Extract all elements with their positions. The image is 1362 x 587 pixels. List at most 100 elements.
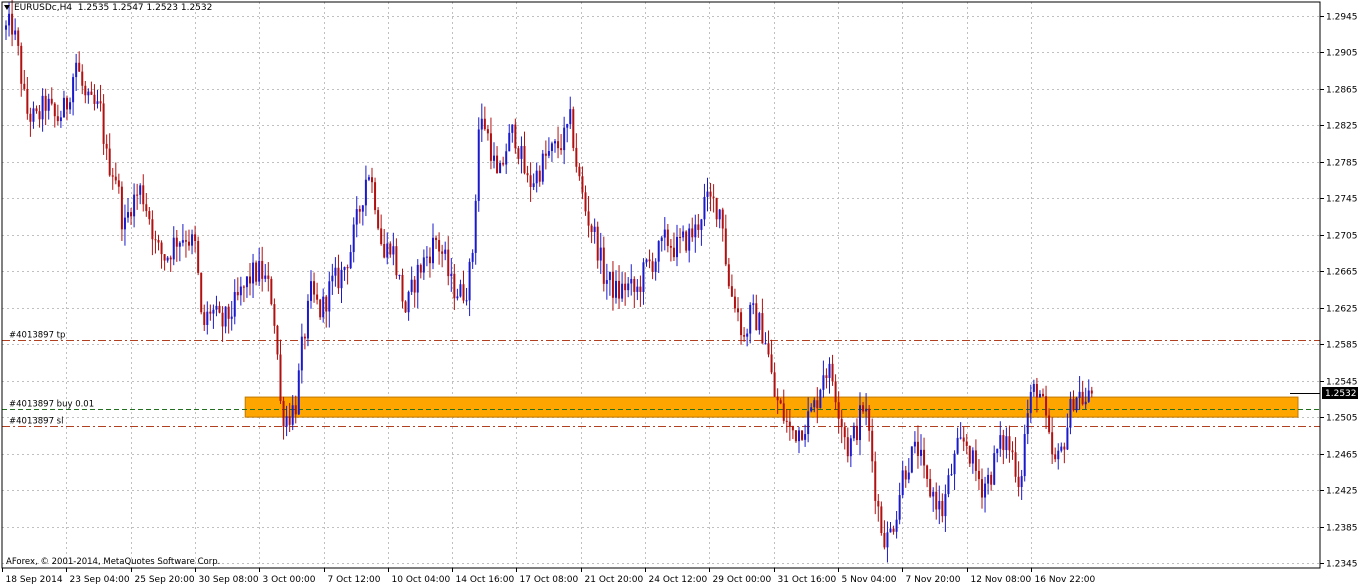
chart-menu-triangle-icon[interactable]: [4, 5, 10, 10]
candle-body: [627, 283, 630, 291]
candle-body: [477, 129, 480, 201]
candle-body: [117, 180, 120, 187]
candle-body: [294, 405, 297, 415]
candle-body: [450, 273, 453, 277]
candle-body: [407, 291, 410, 313]
candle-body: [682, 231, 685, 238]
candle-body: [691, 228, 694, 238]
candle-body: [352, 224, 355, 253]
candle-body: [1048, 415, 1051, 433]
candle-body: [1087, 390, 1090, 402]
candle-body: [557, 141, 560, 149]
candle-body: [218, 305, 221, 313]
price-tick-label: 1.2825: [1326, 122, 1358, 132]
price-tick-label: 1.2745: [1326, 195, 1358, 205]
price-tick-label: 1.2625: [1326, 305, 1358, 315]
candle-body: [590, 225, 593, 233]
candle-body: [496, 155, 499, 174]
candle-body: [1090, 390, 1093, 394]
candle-body: [279, 354, 282, 401]
candle-body: [62, 97, 65, 118]
candle-body: [706, 191, 709, 197]
candle-body: [1002, 435, 1005, 451]
candle-body: [264, 275, 267, 279]
candle-body: [642, 262, 645, 292]
candle-body: [483, 118, 486, 130]
candle-body: [1005, 436, 1008, 451]
candle-body: [874, 461, 877, 501]
candle-body: [822, 375, 825, 390]
candle-body: [605, 280, 608, 284]
candle-body: [242, 286, 245, 288]
time-tick-label: 21 Oct 20:00: [585, 575, 644, 585]
candle-body: [1063, 446, 1066, 450]
candle-body: [285, 416, 288, 427]
chart-background: [0, 0, 1362, 587]
candle-body: [587, 211, 590, 226]
candle-body: [44, 95, 47, 111]
candle-body: [139, 185, 142, 195]
candle-body: [944, 494, 947, 517]
candle-body: [334, 267, 337, 276]
candle-body: [730, 286, 733, 297]
candle-body: [380, 228, 383, 245]
candle-body: [999, 435, 1002, 449]
candle-body: [554, 141, 556, 144]
candle-body: [486, 129, 489, 134]
price-tick-label: 1.2665: [1326, 268, 1358, 278]
candle-body: [801, 430, 804, 440]
candle-body: [72, 77, 75, 103]
candle-body: [593, 226, 596, 233]
time-tick-label: 17 Oct 08:00: [520, 575, 579, 585]
candle-body: [1084, 401, 1087, 405]
candle-body: [807, 411, 810, 435]
candle-body: [313, 281, 316, 295]
candle-body: [718, 209, 721, 220]
candle-body: [523, 146, 526, 174]
candle-body: [410, 279, 413, 292]
candle-body: [697, 224, 700, 230]
candle-body: [1026, 413, 1029, 434]
candle-body: [602, 247, 605, 284]
order-zone: [244, 396, 1299, 418]
candle-body: [676, 236, 678, 258]
candle-body: [752, 303, 755, 305]
candle-body: [862, 405, 865, 412]
candle-body: [438, 240, 441, 252]
candle-body: [322, 296, 325, 318]
candle-body: [648, 259, 651, 262]
candle-body: [175, 237, 178, 247]
candle-body: [1032, 383, 1035, 392]
candle-body: [645, 259, 648, 263]
candle-body: [855, 425, 858, 441]
price-tick-label: 1.2945: [1326, 13, 1358, 23]
candle-body: [663, 229, 666, 238]
time-tick-label: 24 Oct 12:00: [649, 575, 708, 585]
candle-body: [194, 234, 197, 242]
candle-body: [358, 209, 361, 212]
candle-body: [907, 472, 910, 480]
candle-body: [261, 260, 264, 279]
candle-body: [166, 257, 169, 261]
candle-body: [1081, 391, 1084, 405]
candle-body: [520, 146, 523, 159]
candle-body: [630, 278, 633, 284]
time-tick-label: 16 Nov 22:00: [1035, 575, 1096, 585]
candle-body: [920, 449, 922, 456]
price-tick-label: 1.2705: [1326, 232, 1358, 242]
candle-body: [184, 240, 187, 242]
price-tick-label: 1.2905: [1326, 49, 1358, 59]
candle-body: [401, 274, 404, 302]
candle-body: [377, 210, 380, 229]
candle-body: [20, 45, 23, 84]
candle-body: [316, 294, 319, 300]
candle-body: [773, 372, 776, 397]
candle-body: [471, 252, 474, 262]
time-tick-label: 31 Oct 16:00: [778, 575, 837, 585]
candle-body: [215, 305, 218, 310]
candle-body: [721, 209, 724, 229]
candle-body: [99, 101, 102, 104]
candle-body: [288, 416, 291, 425]
candle-body: [480, 118, 483, 130]
price-chart[interactable]: 1.2945 1.2905 1.2865 1.2825 1.2785 1.2745 1.27…: [0, 0, 1362, 587]
